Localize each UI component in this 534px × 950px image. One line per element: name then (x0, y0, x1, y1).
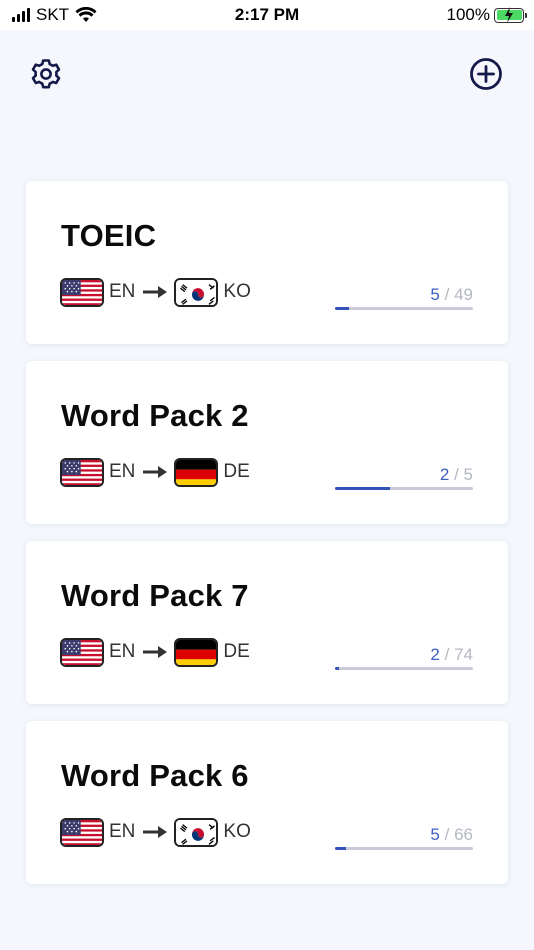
target-language-code: KO (223, 281, 251, 302)
pack-title: TOEIC (61, 218, 157, 253)
battery-percent: 100% (446, 5, 490, 24)
learned-count: 2 (430, 645, 440, 664)
count-separator: / (444, 825, 450, 844)
progress-count: 2 / 5 (440, 465, 473, 485)
de-flag-icon (174, 637, 219, 667)
total-count: 66 (454, 825, 473, 844)
word-pack-card[interactable]: Word Pack 6 EN KO 5 / 66 (26, 721, 508, 884)
settings-button[interactable] (28, 56, 64, 92)
count-separator: / (454, 465, 459, 484)
progress-bar-fill (335, 487, 391, 490)
battery-icon (494, 6, 527, 23)
count-separator: / (444, 645, 450, 664)
de-flag-icon (174, 457, 219, 487)
learned-count: 5 (430, 825, 440, 844)
word-pack-card[interactable]: Word Pack 2 EN DE 2 / 5 (26, 361, 508, 524)
total-count: 49 (454, 285, 473, 304)
target-language-code: DE (223, 641, 250, 662)
arrow-right-icon (143, 466, 168, 478)
target-language-code: DE (223, 461, 250, 482)
kr-flag-icon (174, 817, 219, 847)
progress-bar (335, 307, 473, 310)
progress-bar (335, 487, 473, 490)
language-pair: EN DE (60, 637, 255, 667)
progress-bar-fill (335, 847, 347, 850)
us-flag-icon (60, 817, 104, 847)
word-pack-list: TOEIC EN KO 5 / 49 Word Pack 2 EN DE 2 /… (26, 181, 508, 901)
source-language-code: EN (109, 281, 136, 302)
status-bar: SKT 2:17 PM 100% (0, 0, 534, 30)
progress-bar-fill (335, 307, 349, 310)
language-pair: EN DE (60, 457, 255, 487)
us-flag-icon (60, 277, 104, 307)
arrow-right-icon (143, 646, 168, 658)
progress-count: 5 / 66 (430, 825, 473, 845)
source-language-code: EN (109, 461, 136, 482)
progress-count: 5 / 49 (430, 285, 473, 305)
language-pair: EN KO (60, 817, 256, 847)
progress-bar (335, 667, 473, 670)
source-language-code: EN (109, 821, 136, 842)
learned-count: 5 (430, 285, 440, 304)
arrow-right-icon (143, 286, 168, 298)
us-flag-icon (60, 457, 104, 487)
language-pair: EN KO (60, 277, 256, 307)
us-flag-icon (60, 637, 104, 667)
kr-flag-icon (174, 277, 219, 307)
pack-title: Word Pack 7 (61, 578, 249, 613)
target-language-code: KO (223, 821, 251, 842)
progress-bar (335, 847, 473, 850)
pack-title: Word Pack 6 (61, 758, 249, 793)
progress-bar-fill (335, 667, 340, 670)
pack-title: Word Pack 2 (61, 398, 249, 433)
plus-circle-icon (470, 58, 502, 90)
word-pack-card[interactable]: Word Pack 7 EN DE 2 / 74 (26, 541, 508, 704)
progress-count: 2 / 74 (430, 645, 473, 665)
total-count: 74 (454, 645, 473, 664)
source-language-code: EN (109, 641, 136, 662)
learned-count: 2 (439, 465, 450, 484)
count-separator: / (444, 285, 450, 304)
total-count: 5 (463, 465, 473, 484)
gear-icon (31, 59, 61, 89)
word-pack-card[interactable]: TOEIC EN KO 5 / 49 (26, 181, 508, 344)
add-pack-button[interactable] (468, 56, 504, 92)
status-right: 100% (446, 5, 527, 25)
arrow-right-icon (143, 826, 168, 838)
